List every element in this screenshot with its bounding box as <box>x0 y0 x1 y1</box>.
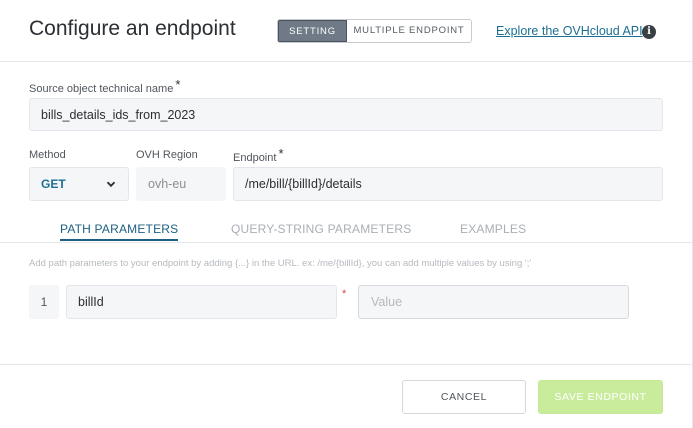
endpoint-value: /me/bill/{billId}/details <box>245 177 362 191</box>
param-name-input[interactable]: billId <box>66 285 337 319</box>
method-select[interactable]: GET <box>29 167 129 201</box>
cancel-button[interactable]: CANCEL <box>402 380 526 414</box>
method-value: GET <box>41 177 66 191</box>
tab-examples[interactable]: EXAMPLES <box>460 222 526 236</box>
endpoint-label: Endpoint * <box>233 146 284 164</box>
region-field: ovh-eu <box>136 167 226 201</box>
required-asterisk: * <box>342 288 347 300</box>
source-name-label: Source object technical name * <box>29 77 181 95</box>
region-label: OVH Region <box>136 149 198 161</box>
required-mark: * <box>278 146 284 161</box>
chevron-down-icon <box>106 181 116 188</box>
dialog-title: Configure an endpoint <box>29 17 236 40</box>
dialog-header: Configure an endpoint SETTING MULTIPLE E… <box>0 0 693 62</box>
explore-api-link[interactable]: Explore the OVHcloud API <box>496 24 643 38</box>
tab-query-string-parameters[interactable]: QUERY-STRING PARAMETERS <box>231 222 411 236</box>
configure-endpoint-dialog: Configure an endpoint SETTING MULTIPLE E… <box>0 0 693 428</box>
region-value: ovh-eu <box>148 177 187 191</box>
required-mark: * <box>175 77 181 92</box>
source-name-input[interactable]: bills_details_ids_from_2023 <box>29 98 663 131</box>
mode-setting-button[interactable]: SETTING <box>278 20 347 42</box>
method-label: Method <box>29 149 66 161</box>
info-icon[interactable]: i <box>642 25 656 39</box>
mode-toggle: SETTING MULTIPLE ENDPOINT <box>277 19 472 43</box>
path-params-hint: Add path parameters to your endpoint by … <box>29 258 532 269</box>
save-endpoint-button[interactable]: SAVE ENDPOINT <box>538 380 663 414</box>
endpoint-label-text: Endpoint <box>233 152 277 164</box>
mode-multiple-endpoint-button[interactable]: MULTIPLE ENDPOINT <box>347 20 471 42</box>
param-name-value: billId <box>78 295 104 309</box>
endpoint-input[interactable]: /me/bill/{billId}/details <box>233 167 663 201</box>
source-name-value: bills_details_ids_from_2023 <box>41 107 196 122</box>
param-row-index: 1 <box>29 285 59 319</box>
tabs-divider <box>0 242 693 243</box>
tab-path-parameters[interactable]: PATH PARAMETERS <box>60 222 179 241</box>
source-name-label-text: Source object technical name <box>29 83 174 95</box>
param-value-input[interactable]: Value <box>358 285 629 319</box>
